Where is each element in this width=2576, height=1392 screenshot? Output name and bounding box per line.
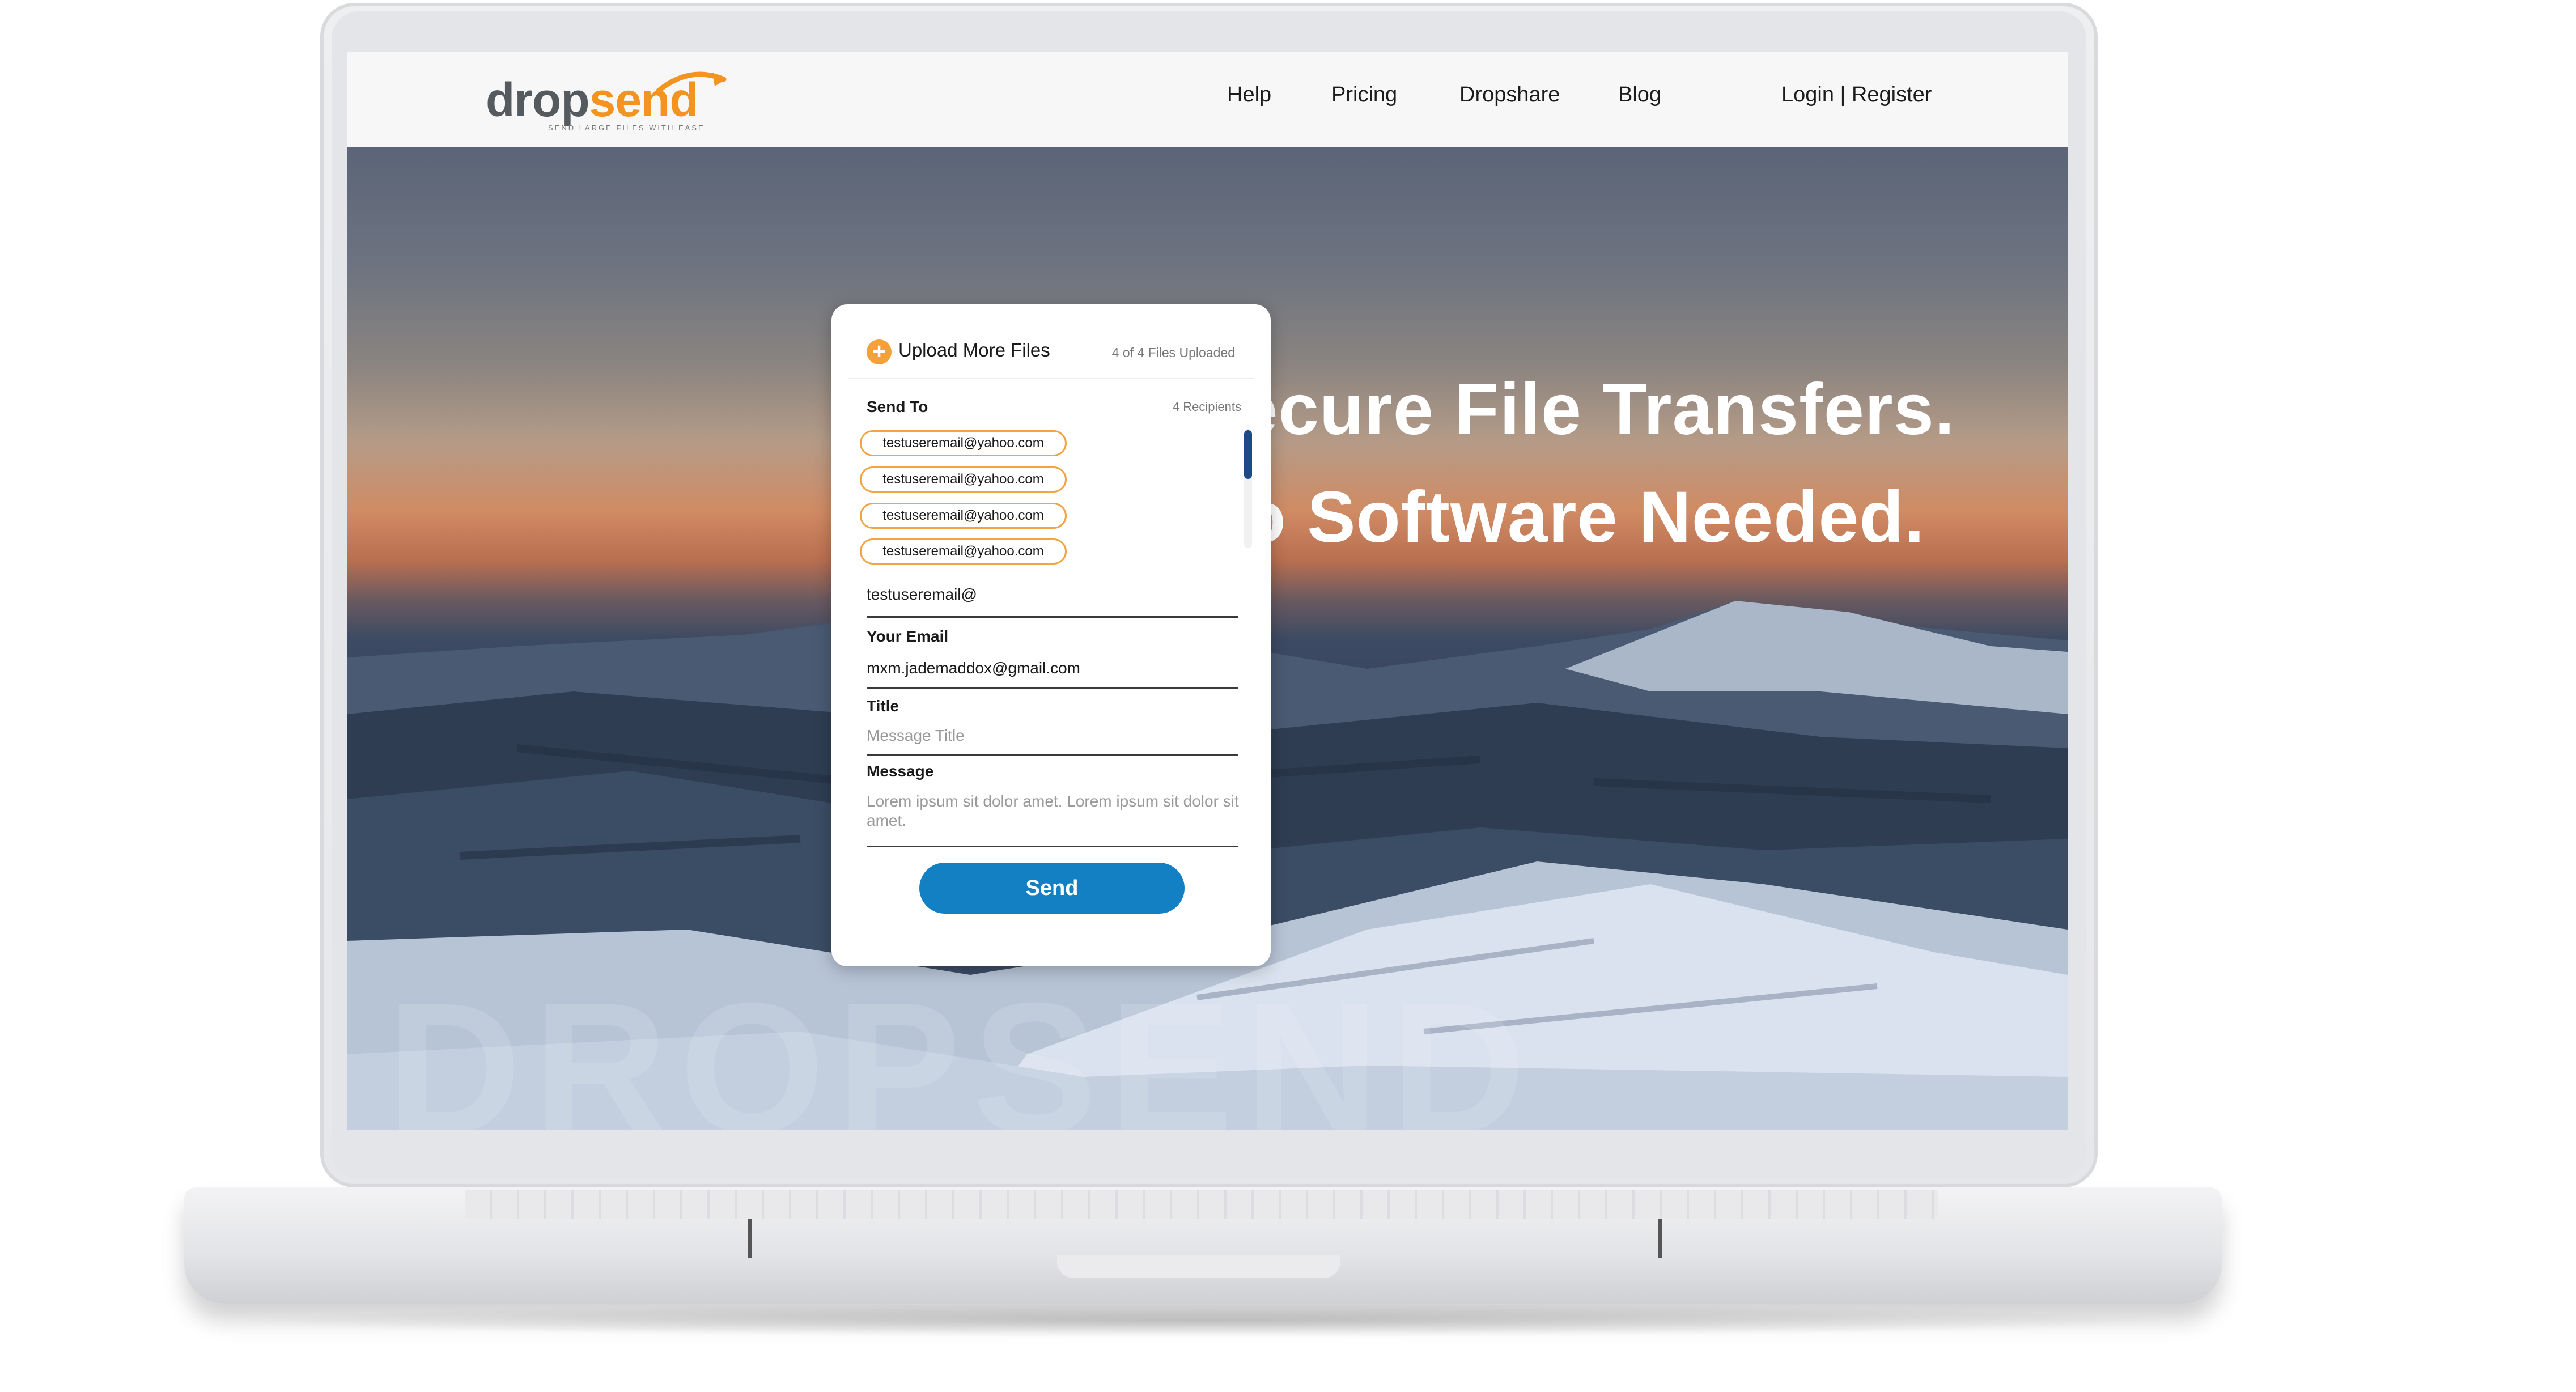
laptop-shadow bbox=[227, 1304, 2182, 1338]
your-email-label: Your Email bbox=[867, 627, 949, 645]
laptop-notch bbox=[1057, 1255, 1340, 1278]
card-divider bbox=[848, 378, 1254, 379]
upload-more-files-row: + Upload More Files 4 of 4 Files Uploade… bbox=[867, 337, 1235, 366]
recipient-chip[interactable]: testuseremail@yahoo.com bbox=[860, 466, 1067, 493]
dropsend-watermark: DROPSEND bbox=[387, 964, 1538, 1131]
dropsend-logo[interactable]: dropsend SEND LARGE FILES WITH EASE bbox=[486, 71, 746, 132]
recipient-chip[interactable]: testuseremail@yahoo.com bbox=[860, 430, 1067, 456]
message-textarea[interactable]: Lorem ipsum sit dolor amet. Lorem ipsum … bbox=[867, 792, 1252, 830]
laptop-keyboard-edge bbox=[465, 1190, 1938, 1219]
laptop-trackpad bbox=[748, 1219, 1662, 1258]
message-label: Message bbox=[867, 762, 934, 780]
title-input[interactable]: Message Title bbox=[867, 727, 965, 745]
upload-more-files-button[interactable]: Upload More Files bbox=[898, 339, 1050, 361]
nav-help[interactable]: Help bbox=[1227, 83, 1271, 107]
site-header: dropsend SEND LARGE FILES WITH EASE Help… bbox=[347, 52, 2068, 147]
send-to-label: Send To bbox=[867, 398, 928, 415]
title-label: Title bbox=[867, 697, 899, 715]
browser-screen: dropsend SEND LARGE FILES WITH EASE Help… bbox=[347, 52, 2068, 1130]
nav-blog[interactable]: Blog bbox=[1618, 83, 1661, 107]
title-input-underline bbox=[867, 754, 1238, 756]
your-email-underline bbox=[867, 687, 1238, 689]
recipient-chip[interactable]: testuseremail@yahoo.com bbox=[860, 503, 1067, 529]
nav-dropshare[interactable]: Dropshare bbox=[1459, 83, 1560, 107]
logo-tagline: SEND LARGE FILES WITH EASE bbox=[548, 124, 705, 132]
logo-wordmark: dropsend bbox=[486, 73, 699, 126]
nav-login-register[interactable]: Login | Register bbox=[1781, 83, 1932, 107]
hero-headline-line1: Secure File Transfers. bbox=[1189, 369, 1955, 450]
nav-pricing[interactable]: Pricing bbox=[1331, 83, 1397, 107]
recipients-scrollbar-thumb[interactable] bbox=[1244, 430, 1252, 479]
send-button[interactable]: Send bbox=[919, 863, 1185, 914]
hero-headline-line2: No Software Needed. bbox=[1189, 477, 1925, 558]
files-uploaded-status: 4 of 4 Files Uploaded bbox=[1111, 345, 1235, 360]
upload-card: + Upload More Files 4 of 4 Files Uploade… bbox=[831, 304, 1271, 966]
recipient-input[interactable]: testuseremail@ bbox=[867, 585, 977, 604]
message-underline bbox=[867, 846, 1238, 847]
recipients-count: 4 Recipients bbox=[1172, 400, 1241, 414]
recipient-input-underline bbox=[867, 616, 1238, 618]
your-email-field[interactable]: mxm.jademaddox@gmail.com bbox=[867, 659, 1080, 677]
recipient-chip[interactable]: testuseremail@yahoo.com bbox=[860, 538, 1067, 565]
add-file-icon[interactable]: + bbox=[867, 339, 892, 364]
